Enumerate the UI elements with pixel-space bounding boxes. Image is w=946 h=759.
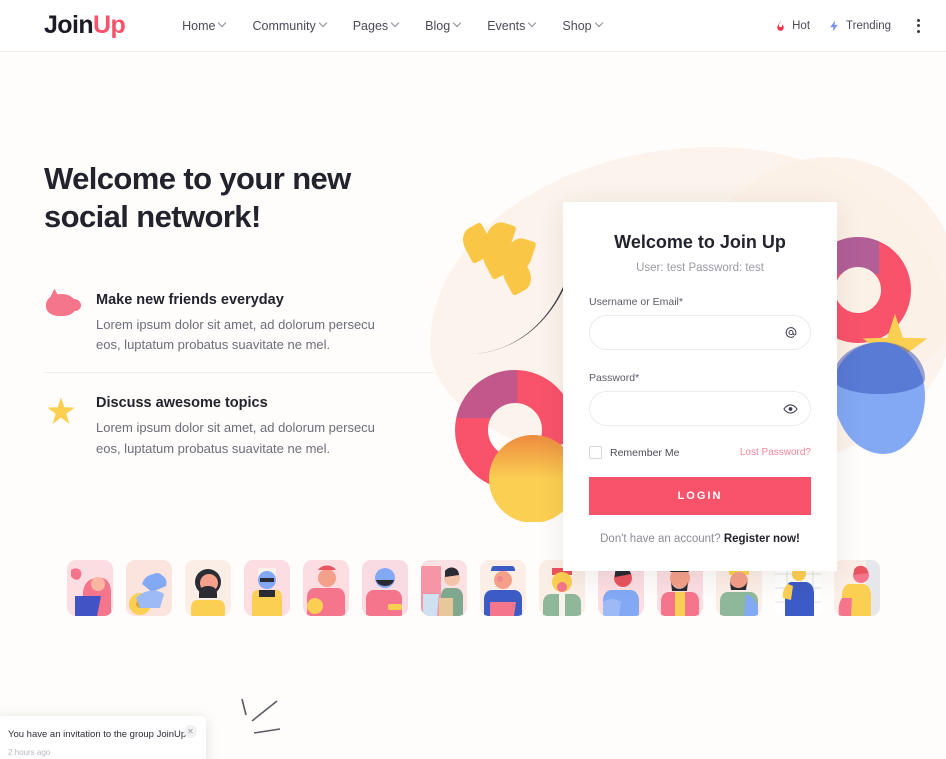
sketch-marks-decoration xyxy=(241,698,281,734)
chevron-down-icon xyxy=(219,20,226,27)
yellow-star-shape xyxy=(862,314,928,377)
username-label: Username or Email* xyxy=(589,296,683,308)
main-navigation: Home Community Pages Blog Events Shop xyxy=(171,13,613,39)
chevron-down-icon xyxy=(320,20,327,27)
blue-blob-speckle xyxy=(833,342,925,394)
nav-item-pages[interactable]: Pages xyxy=(342,13,410,39)
lightning-bolt-icon xyxy=(830,20,838,31)
hero-content: Welcome to your new social network! Make… xyxy=(44,160,434,476)
avatar-8[interactable] xyxy=(479,560,526,616)
toast-message: You have an invitation to the group Join… xyxy=(8,728,187,740)
nav-item-shop[interactable]: Shop xyxy=(551,13,613,39)
star-icon xyxy=(47,397,75,424)
at-sign-icon[interactable] xyxy=(783,325,798,340)
register-now-link[interactable]: Register now! xyxy=(724,533,800,545)
piggy-icon xyxy=(46,293,81,316)
page-title: Welcome to your new social network! xyxy=(44,160,434,236)
avatar-7[interactable] xyxy=(420,560,467,616)
pink-arc-shape xyxy=(455,370,575,490)
chevron-down-icon xyxy=(392,20,399,27)
feature-body: Make new friends everyday Lorem ipsum do… xyxy=(96,292,396,357)
password-field-group: Password* xyxy=(589,372,811,426)
toast-submessage: 2 hours ago xyxy=(8,748,51,757)
trending-label: Trending xyxy=(846,19,891,32)
remember-me-checkbox[interactable]: Remember Me xyxy=(589,446,679,459)
header-actions: Hot Trending xyxy=(774,14,928,38)
chevron-down-icon xyxy=(454,20,461,27)
pink-arc-speckle xyxy=(455,370,518,418)
login-subtitle: User: test Password: test xyxy=(636,262,764,274)
avatar-2[interactable] xyxy=(125,560,172,616)
login-page: JoinUp Home Community Pages Blog Events xyxy=(0,0,946,759)
nav-item-events[interactable]: Events xyxy=(476,13,547,39)
feature-item-friends: Make new friends everyday Lorem ipsum do… xyxy=(44,278,434,373)
blue-blob-shape xyxy=(833,342,925,454)
site-header: JoinUp Home Community Pages Blog Events xyxy=(0,0,946,52)
hero-section: Welcome to your new social network! Make… xyxy=(0,52,946,571)
leaf-shape xyxy=(497,253,537,297)
feature-title: Discuss awesome topics xyxy=(96,395,268,412)
register-prompt-row: Don't have an account? Register now! xyxy=(589,533,811,545)
eye-icon[interactable] xyxy=(783,401,798,416)
nav-label: Shop xyxy=(562,18,592,33)
nav-label: Blog xyxy=(425,18,451,33)
username-input-wrap xyxy=(589,315,811,350)
feature-icon-wrap xyxy=(44,395,78,460)
avatar-14[interactable] xyxy=(833,560,880,616)
title-line-1: Welcome to your new xyxy=(44,161,351,196)
nav-label: Pages xyxy=(352,18,389,33)
trending-link[interactable]: Trending xyxy=(828,19,891,33)
feature-list: Make new friends everyday Lorem ipsum do… xyxy=(44,278,434,476)
leaf-shape xyxy=(477,237,517,281)
lost-password-link[interactable]: Lost Password? xyxy=(740,447,811,458)
checkbox-box[interactable] xyxy=(589,446,602,459)
login-title: Welcome to Join Up xyxy=(614,232,786,252)
leaf-shape xyxy=(501,234,537,276)
logo-text-up: Up xyxy=(93,11,126,39)
feature-text: Lorem ipsum dolor sit amet, ad dolorum p… xyxy=(96,420,375,457)
feature-item-topics: Discuss awesome topics Lorem ipsum dolor… xyxy=(44,372,434,476)
remember-me-label: Remember Me xyxy=(610,446,680,459)
password-input-wrap xyxy=(589,391,811,426)
logo-text-join: Join xyxy=(44,11,94,39)
nav-item-blog[interactable]: Blog xyxy=(414,13,472,39)
avatar-1[interactable] xyxy=(66,560,113,616)
login-button[interactable]: LOGIN xyxy=(589,477,811,515)
username-input[interactable] xyxy=(589,315,811,350)
avatar-6[interactable] xyxy=(361,560,408,616)
password-input[interactable] xyxy=(589,391,811,426)
site-logo[interactable]: JoinUp xyxy=(44,11,126,39)
login-options-row: Remember Me Lost Password? xyxy=(589,446,811,459)
register-prompt-text: Don't have an account? xyxy=(600,533,721,545)
vertical-dots-icon[interactable] xyxy=(909,14,928,38)
title-line-2: social network! xyxy=(44,198,261,234)
close-icon[interactable]: ✕ xyxy=(184,724,197,738)
feature-body: Discuss awesome topics Lorem ipsum dolor… xyxy=(96,395,396,460)
hot-label: Hot xyxy=(792,19,811,32)
leaf-shape xyxy=(457,221,497,265)
password-label: Password* xyxy=(589,372,640,384)
chevron-down-icon xyxy=(596,20,603,27)
nav-item-community[interactable]: Community xyxy=(241,13,337,39)
username-field-group: Username or Email* xyxy=(589,296,811,350)
hot-link[interactable]: Hot xyxy=(774,19,810,33)
leaf-shape xyxy=(481,218,517,260)
flame-icon xyxy=(777,20,784,31)
nav-item-home[interactable]: Home xyxy=(171,13,237,39)
avatar-5[interactable] xyxy=(302,560,349,616)
login-card: Welcome to Join Up User: test Password: … xyxy=(563,202,837,571)
chevron-down-icon xyxy=(529,20,536,27)
nav-label: Events xyxy=(487,18,526,33)
feature-title: Make new friends everyday xyxy=(96,291,284,308)
avatar-3[interactable] xyxy=(184,560,231,616)
feature-icon-wrap xyxy=(44,292,81,357)
nav-label: Home xyxy=(182,18,216,33)
notification-toast: You have an invitation to the group Join… xyxy=(0,715,206,759)
avatar-4[interactable] xyxy=(243,560,290,616)
feature-text: Lorem ipsum dolor sit amet, ad dolorum p… xyxy=(96,316,375,353)
nav-label: Community xyxy=(252,18,316,33)
